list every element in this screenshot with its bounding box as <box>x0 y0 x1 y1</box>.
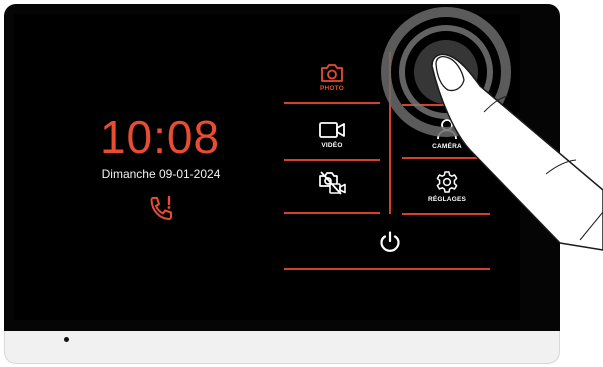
menu-divider <box>402 213 490 215</box>
status-led <box>64 337 69 342</box>
camera-off-icon <box>319 171 346 195</box>
menu-divider <box>284 268 490 270</box>
menu-camera-label: CAMÉRA <box>432 143 462 150</box>
menu-settings[interactable]: RÉGLAGES <box>416 170 478 203</box>
power-button[interactable] <box>376 230 404 254</box>
menu-divider <box>284 212 380 214</box>
camera-photo-icon <box>321 64 343 82</box>
menu-camera-off[interactable] <box>304 170 360 198</box>
menu-settings-label: RÉGLAGES <box>427 196 467 203</box>
user-camera-icon <box>437 119 457 140</box>
menu-divider <box>284 159 380 161</box>
gear-icon <box>436 171 458 193</box>
clock-date: Dimanche 09-01-2024 <box>101 167 221 181</box>
bell-icon <box>436 64 454 80</box>
menu-divider <box>284 102 380 104</box>
menu-photo-label: PHOTO <box>320 85 344 92</box>
menu-silence-label: SI <box>441 86 449 93</box>
phone-missed-alert-icon[interactable] <box>148 194 174 222</box>
menu-divider <box>389 52 391 214</box>
menu-video[interactable]: VIDÉO <box>304 120 360 149</box>
clock-time: 10:08 <box>99 111 221 163</box>
menu-camera[interactable]: CAMÉRA <box>418 117 476 150</box>
menu-video-label: VIDÉO <box>321 142 343 149</box>
menu-silence[interactable]: SI <box>420 62 470 93</box>
menu-photo[interactable]: PHOTO <box>304 63 360 92</box>
menu-divider <box>402 104 490 106</box>
menu-divider <box>402 157 490 159</box>
power-icon <box>380 231 400 252</box>
video-camera-icon <box>319 122 345 138</box>
